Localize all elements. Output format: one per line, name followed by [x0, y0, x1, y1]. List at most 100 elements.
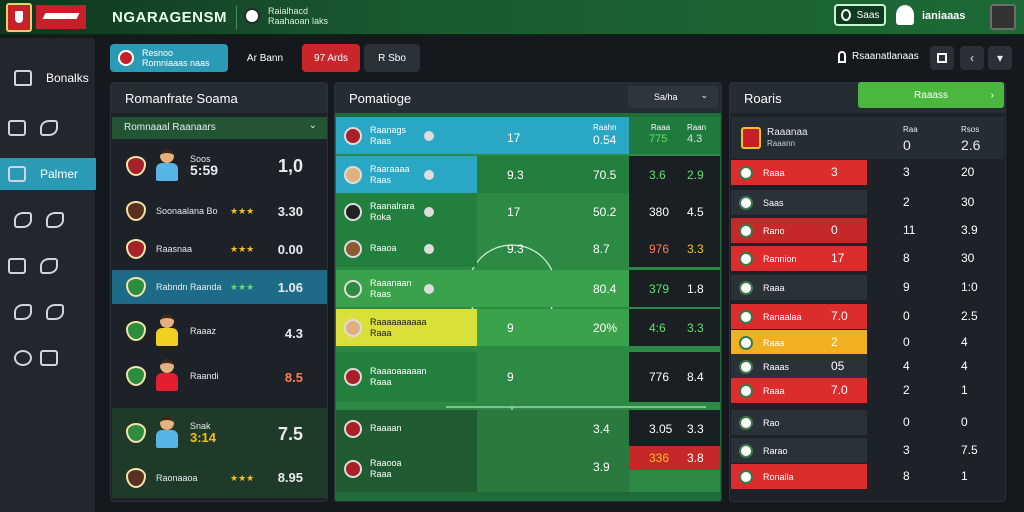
result-row[interactable]: Raaa 2 0 4 — [731, 330, 1004, 355]
sidebar-item-edit[interactable] — [0, 112, 96, 144]
figure-icon[interactable] — [838, 51, 846, 63]
team-name: Rannion — [763, 253, 797, 264]
team-name: Raaa — [763, 282, 785, 293]
result-row[interactable]: Rano 0 11 3.9 — [731, 218, 1004, 243]
player-row[interactable]: Raandi 8.5 — [112, 354, 327, 398]
match-row[interactable]: Raanalrara Roka 17 50.2 380 4.5 — [336, 193, 720, 230]
match-row[interactable]: Raaraaaa Raas 9.3 70.5 3.6 2.9 — [336, 156, 720, 193]
result-stat: 2.5 — [961, 309, 978, 323]
stat-d: 1.8 — [687, 282, 704, 296]
team-name: Saas — [763, 197, 784, 208]
back-button[interactable]: ‹ — [960, 46, 984, 70]
result-stat: 9 — [903, 280, 910, 294]
team-name: Raaooa — [370, 458, 402, 468]
player-value: 8.95 — [277, 470, 303, 485]
player-row[interactable]: Snak 3:14 7.5 — [112, 408, 327, 458]
stat-b: 0.54 — [593, 133, 617, 147]
result-row[interactable]: Raaa 3 3 20 — [731, 160, 1004, 185]
result-stat: 2 — [903, 383, 910, 397]
action-button-label: Raaass — [914, 89, 948, 101]
stat-c: 336 — [649, 451, 670, 465]
chevron-down-icon[interactable]: ⌄ — [309, 120, 317, 131]
team-name: Rarao — [763, 445, 788, 456]
shield-icon — [424, 283, 434, 294]
team-name: Raaanaan — [370, 277, 412, 288]
result-row[interactable]: Saas 2 30 — [731, 190, 1004, 215]
sidebar-item-palmer[interactable]: Palmer — [0, 158, 96, 190]
match-row[interactable]: Raaanaan Raas 80.4 379 1.8 — [336, 270, 720, 307]
match-row[interactable]: Raaaaaaaaaa Raaa 9 20% 4:6 3.3 — [336, 309, 720, 346]
player-rating: 7.5 — [277, 424, 303, 444]
tab-ards[interactable]: 97 Ards — [302, 44, 360, 72]
player-row[interactable]: Raasnaa ★★★ 0.00 — [112, 232, 327, 266]
home-button[interactable] — [930, 46, 954, 70]
player-value: 4.3 — [284, 326, 303, 341]
sidebar-item-tag[interactable] — [0, 204, 96, 236]
divider — [236, 6, 237, 30]
sidebar-item-clock[interactable] — [0, 342, 96, 374]
stat-d: 4.3 — [687, 133, 703, 145]
team-name: Raaaoaaaaan — [370, 366, 427, 376]
home-icon — [937, 53, 947, 63]
result-row[interactable]: Rao 0 0 — [731, 410, 1004, 435]
player-value: 8.5 — [284, 370, 303, 385]
player-row[interactable]: Raonaaoa ★★★ 8.95 — [112, 458, 327, 498]
filter-select[interactable]: Sa/ha ⌄ — [628, 86, 718, 108]
header-value: 2.6 — [961, 137, 981, 153]
result-row[interactable]: Raaa 9 1:0 — [731, 275, 1004, 300]
result-row[interactable]: Raaa 7.0 2 1 — [731, 378, 1004, 403]
player-row[interactable]: Soonaalana Bo ★★★ 3.30 — [112, 192, 327, 230]
result-stat: 8 — [903, 469, 910, 483]
club-crest-icon — [739, 195, 753, 210]
player-avatar — [154, 314, 180, 348]
action-button[interactable]: Raaass › — [858, 82, 1004, 108]
result-stat: 05 — [831, 359, 845, 373]
save-button-label: Saas — [856, 9, 880, 21]
player-name: Rabndn Raanda — [156, 281, 222, 292]
player-avatar — [154, 416, 180, 450]
club-crest-icon — [126, 321, 146, 341]
result-row[interactable]: Rarao 3 7.5 — [731, 438, 1004, 463]
tab-r-sbo[interactable]: R Sbo — [364, 44, 420, 72]
avatar[interactable] — [990, 4, 1016, 30]
result-stat: 3.9 — [961, 223, 978, 237]
result-stat: 1:0 — [961, 280, 978, 294]
soccer-ball-icon — [244, 8, 260, 24]
team-name: Rao — [763, 417, 780, 428]
player-row[interactable]: Soos 5:59 1,0 — [112, 142, 327, 190]
result-stat: 0 — [831, 223, 838, 237]
pencil-icon — [40, 120, 58, 136]
player-name: Raandi — [190, 370, 219, 381]
result-row[interactable]: Raaas 05 4 4 — [731, 354, 1004, 379]
save-button[interactable]: Saas — [834, 4, 886, 26]
result-stat: 0 — [961, 415, 968, 429]
team-name: Ronaila — [763, 471, 794, 482]
more-button[interactable]: ▾ — [988, 46, 1012, 70]
hand-icon — [46, 212, 64, 228]
tab-resnoo[interactable]: Resnoo Romniaaas naas — [110, 44, 228, 72]
user-name[interactable]: ianiaaas — [922, 10, 965, 22]
stat-a: 9 — [507, 321, 514, 335]
stat-c: 4:6 — [649, 321, 666, 335]
app-logo[interactable] — [6, 3, 32, 32]
match-row[interactable]: Raaooa Raaa 3.9 336 3.8 — [336, 446, 720, 492]
team-name: Raaa — [763, 385, 785, 396]
player-value: 5:59 — [190, 162, 219, 178]
tab-ar-bann[interactable]: Ar Bann — [234, 44, 296, 72]
match-row[interactable]: Raaaan 3.4 3.05 3.3 — [336, 410, 720, 447]
user-icon[interactable] — [896, 5, 914, 25]
sidebar-item-bonalks[interactable]: Bonalks — [0, 62, 96, 94]
match-row[interactable]: Raaaoaaaaan Raaa 9 776 8.4 — [336, 352, 720, 402]
result-row[interactable]: Ronaila 8 1 — [731, 464, 1004, 489]
team-name: Raaaaaaaaaa — [370, 316, 427, 327]
sidebar-item-home[interactable] — [0, 296, 96, 328]
result-stat: 7.5 — [961, 443, 978, 457]
result-row[interactable]: Ranaalaa 7.0 0 2.5 — [731, 304, 1004, 329]
match-row[interactable]: Raanags Raas 17 Raahn 0.54 Raaa Raan 775 … — [336, 117, 720, 154]
sidebar-item-notes[interactable] — [0, 250, 96, 282]
player-row[interactable]: Raaaz 4.3 — [112, 308, 327, 354]
result-row[interactable]: Rannion 17 8 30 — [731, 246, 1004, 271]
player-row[interactable]: Rabndn Raanda ★★★ 1.06 — [112, 270, 327, 304]
match-row[interactable]: Raaoa 9.3 8.7 976 3.3 — [336, 230, 720, 267]
team-sub: Raaa — [370, 469, 392, 479]
